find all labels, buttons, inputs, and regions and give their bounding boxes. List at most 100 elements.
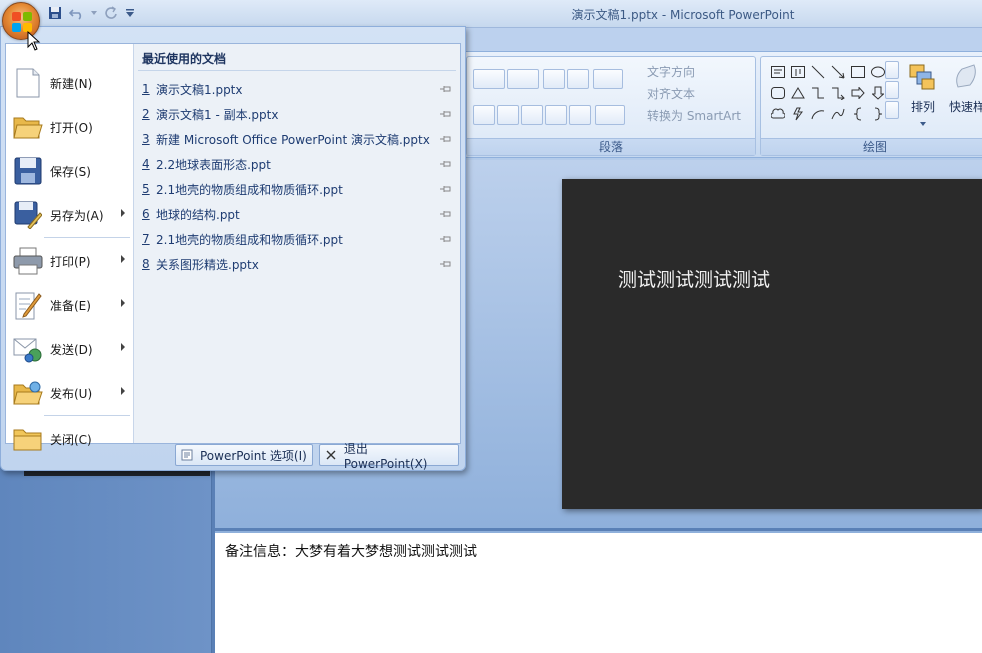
shape-gallery[interactable] xyxy=(769,63,889,123)
recent-document[interactable]: 8 关系图形精选.pptx xyxy=(142,253,454,275)
prepare-icon xyxy=(12,289,44,321)
qat-undo-dropdown-icon[interactable] xyxy=(90,4,98,22)
quick-styles-button[interactable]: 快速样 xyxy=(947,61,982,131)
menu-prepare[interactable]: 准备(E) xyxy=(6,283,133,327)
new-icon xyxy=(12,67,44,99)
align-right-button[interactable] xyxy=(521,105,543,125)
notes-text[interactable]: 备注信息：大梦有着大梦想测试测试测试 xyxy=(225,541,477,561)
arrange-label: 排列 xyxy=(910,100,935,114)
triangle-shape-icon[interactable] xyxy=(789,84,807,102)
decrease-indent-button[interactable] xyxy=(543,69,565,89)
columns-button[interactable] xyxy=(595,105,625,125)
justify-button[interactable] xyxy=(545,105,567,125)
cloud-shape-icon[interactable] xyxy=(769,105,787,123)
shape-gallery-more[interactable] xyxy=(885,101,899,119)
recent-document[interactable]: 7 2.1地壳的物质组成和物质循环.ppt xyxy=(142,228,454,250)
office-menu: 新建(N) 打开(O) 保存(S) 另存为(A) 打印(P) 准备(E) 发送(… xyxy=(0,26,466,471)
menu-print[interactable]: 打印(P) xyxy=(6,239,133,283)
pin-icon[interactable] xyxy=(440,184,452,194)
arc-shape-icon[interactable] xyxy=(809,105,827,123)
pin-icon[interactable] xyxy=(440,134,452,144)
pin-icon[interactable] xyxy=(440,84,452,94)
paragraph-group-label: 段落 xyxy=(467,138,755,155)
slide-textbox[interactable]: 测试测试测试测试 xyxy=(618,265,770,292)
convert-smartart-button[interactable]: 转换为 SmartArt xyxy=(647,107,741,124)
office-menu-body: 新建(N) 打开(O) 保存(S) 另存为(A) 打印(P) 准备(E) 发送(… xyxy=(5,43,461,451)
pin-icon[interactable] xyxy=(440,209,452,219)
paragraph-group: 文字方向 对齐文本 转换为 SmartArt 段落 xyxy=(466,56,756,156)
menu-save-as[interactable]: 另存为(A) xyxy=(6,193,133,237)
undo-icon xyxy=(69,9,82,20)
open-folder-icon xyxy=(12,111,44,143)
line-shape-icon[interactable] xyxy=(809,63,827,81)
recent-document[interactable]: 2 演示文稿1 - 副本.pptx xyxy=(142,103,454,125)
submenu-arrow-icon xyxy=(121,299,125,307)
numbering-button[interactable] xyxy=(507,69,539,89)
align-text-button[interactable]: 对齐文本 xyxy=(647,85,695,102)
menu-publish[interactable]: 发布(U) xyxy=(6,371,133,415)
menu-separator xyxy=(44,237,130,238)
mouse-cursor-icon xyxy=(27,31,41,51)
powerpoint-options-button[interactable]: PowerPoint 选项(I) xyxy=(175,444,313,466)
line-spacing-button[interactable] xyxy=(593,69,623,89)
recent-documents-panel: 最近使用的文档 1 演示文稿1.pptx 2 演示文稿1 - 副本.pptx 3… xyxy=(133,44,460,443)
shape-gallery-scroll-up[interactable] xyxy=(885,61,899,79)
save-icon xyxy=(12,155,44,187)
rectangle-shape-icon[interactable] xyxy=(849,63,867,81)
elbow-connector-shape-icon[interactable] xyxy=(809,84,827,102)
pin-icon[interactable] xyxy=(440,234,452,244)
recent-document[interactable]: 6 地球的结构.ppt xyxy=(142,203,454,225)
qat-customize-button[interactable] xyxy=(124,4,136,22)
arrange-button[interactable]: 排列 xyxy=(903,61,943,131)
qat-undo-button[interactable] xyxy=(68,4,86,22)
rounded-rect-shape-icon[interactable] xyxy=(769,84,787,102)
publish-icon xyxy=(12,377,44,409)
left-brace-shape-icon[interactable] xyxy=(849,105,867,123)
menu-open[interactable]: 打开(O) xyxy=(6,105,133,149)
slide-canvas[interactable]: 测试测试测试测试 xyxy=(562,179,982,509)
bullets-button[interactable] xyxy=(473,69,505,89)
drawing-group-label: 绘图 xyxy=(761,138,982,155)
title-bar: 演示文稿1.pptx - Microsoft PowerPoint xyxy=(0,0,982,28)
arrow-line-shape-icon[interactable] xyxy=(829,63,847,81)
recent-documents-header: 最近使用的文档 xyxy=(142,52,227,66)
pin-icon[interactable] xyxy=(440,159,452,169)
office-logo-icon xyxy=(12,12,32,32)
chevron-down-icon xyxy=(91,11,97,15)
options-icon xyxy=(180,448,194,462)
menu-save[interactable]: 保存(S) xyxy=(6,149,133,193)
save-as-icon xyxy=(12,199,44,231)
menu-new[interactable]: 新建(N) xyxy=(6,61,133,105)
vertical-textbox-shape-icon[interactable] xyxy=(789,63,807,81)
save-icon xyxy=(49,7,61,19)
align-left-button[interactable] xyxy=(473,105,495,125)
recent-document[interactable]: 1 演示文稿1.pptx xyxy=(142,78,454,100)
recent-document[interactable]: 3 新建 Microsoft Office PowerPoint 演示文稿.pp… xyxy=(142,128,454,150)
recent-document[interactable]: 4 2.2地球表面形态.ppt xyxy=(142,153,454,175)
quick-styles-label: 快速样 xyxy=(948,100,982,114)
qat-redo-button[interactable] xyxy=(102,4,120,22)
right-arrow-shape-icon[interactable] xyxy=(849,84,867,102)
recent-document[interactable]: 5 2.1地壳的物质组成和物质循环.ppt xyxy=(142,178,454,200)
curve-shape-icon[interactable] xyxy=(829,105,847,123)
textbox-shape-icon[interactable] xyxy=(769,63,787,81)
pin-icon[interactable] xyxy=(440,109,452,119)
arrange-icon xyxy=(909,64,935,90)
submenu-arrow-icon xyxy=(121,255,125,263)
notes-pane[interactable]: 备注信息：大梦有着大梦想测试测试测试 xyxy=(215,531,982,653)
send-icon xyxy=(12,333,44,365)
close-icon xyxy=(324,448,338,462)
quick-access-toolbar xyxy=(46,4,136,22)
distributed-button[interactable] xyxy=(569,105,591,125)
shape-gallery-scroll-down[interactable] xyxy=(885,81,899,99)
menu-send[interactable]: 发送(D) xyxy=(6,327,133,371)
exit-powerpoint-button[interactable]: 退出 PowerPoint(X) xyxy=(319,442,459,471)
text-direction-button[interactable]: 文字方向 xyxy=(647,63,695,80)
align-center-button[interactable] xyxy=(497,105,519,125)
qat-save-button[interactable] xyxy=(46,4,64,22)
increase-indent-button[interactable] xyxy=(567,69,589,89)
print-icon xyxy=(12,245,44,277)
lightning-shape-icon[interactable] xyxy=(789,105,807,123)
elbow-arrow-shape-icon[interactable] xyxy=(829,84,847,102)
pin-icon[interactable] xyxy=(440,259,452,269)
